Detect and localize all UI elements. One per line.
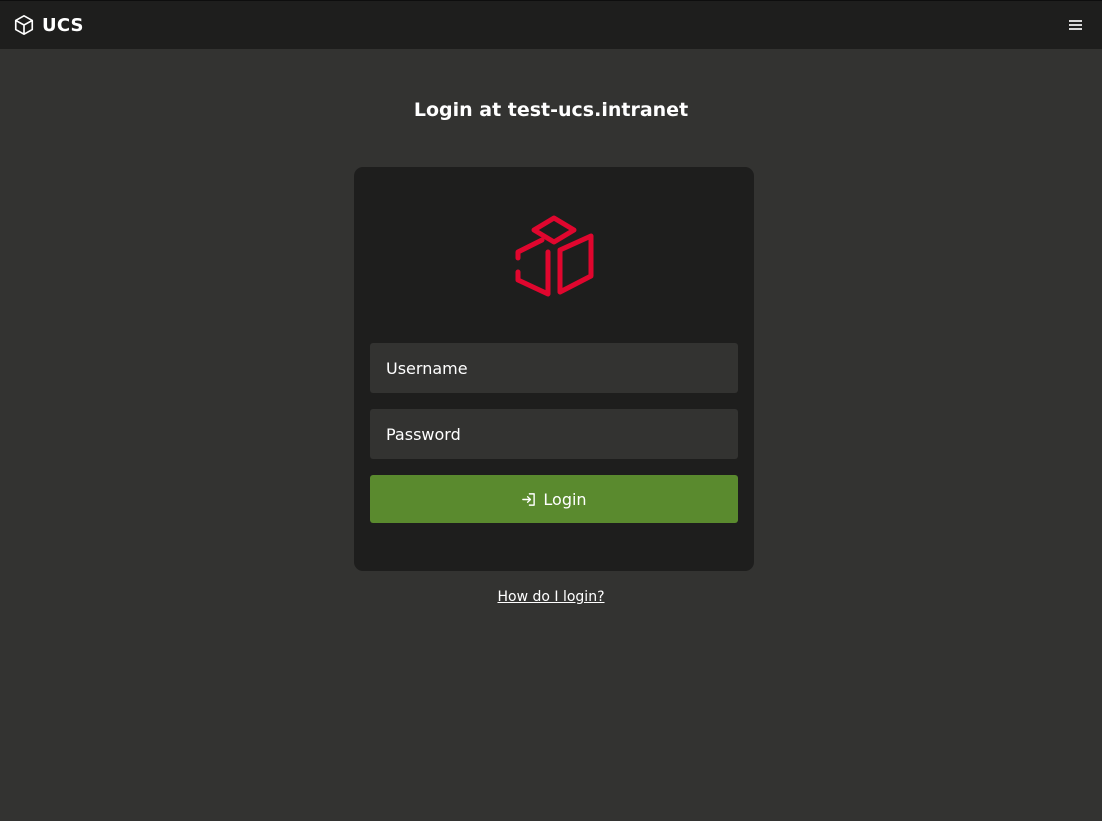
brand[interactable]: UCS — [13, 14, 84, 36]
top-bar: UCS — [0, 0, 1102, 49]
cube-logo-icon — [515, 215, 594, 297]
page-title: Login at test-ucs.intranet — [413, 99, 689, 121]
hamburger-menu-icon — [1069, 20, 1082, 30]
login-button-label: Login — [543, 489, 587, 509]
cube-icon — [14, 15, 34, 35]
menu-button[interactable] — [1064, 13, 1088, 37]
how-to-login-link[interactable]: How do I login? — [497, 589, 604, 605]
login-arrow-icon — [522, 492, 536, 506]
help-link-container: How do I login? — [0, 589, 1102, 605]
password-input[interactable] — [370, 409, 738, 459]
login-button[interactable]: Login — [370, 475, 738, 523]
username-input[interactable] — [370, 343, 738, 393]
brand-name: UCS — [42, 14, 84, 36]
